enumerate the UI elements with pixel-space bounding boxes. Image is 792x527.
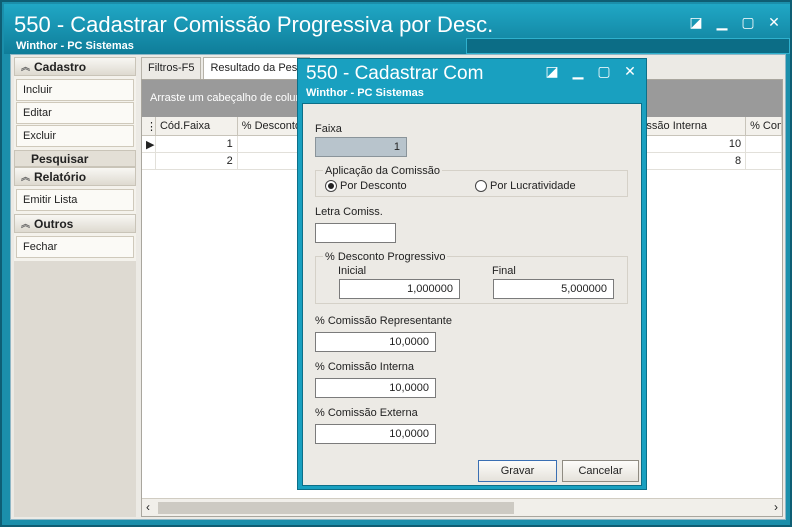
por-lucratividade-radio[interactable]: Por Lucratividade — [475, 180, 576, 192]
cell-cod[interactable]: 2 — [156, 153, 238, 169]
maximize-icon[interactable]: ▢ — [596, 63, 612, 79]
column-chooser-icon[interactable]: ⋮ — [142, 117, 156, 135]
window-subtitle: Winthor - PC Sistemas — [16, 40, 134, 52]
col-comissao[interactable]: % Comi — [746, 117, 782, 135]
tab-filtros[interactable]: Filtros-F5 — [141, 57, 202, 79]
rep-label: % Comissão Representante — [315, 315, 452, 327]
radio-unselected-icon — [475, 180, 487, 192]
scroll-right-icon[interactable]: › — [774, 500, 778, 514]
externa-label: % Comissão Externa — [315, 407, 418, 419]
letra-label: Letra Comiss. — [315, 206, 383, 218]
chevron-up-icon: ︽ — [21, 62, 31, 72]
close-icon[interactable]: ✕ — [622, 63, 638, 79]
scroll-left-icon[interactable]: ‹ — [146, 500, 150, 514]
col-comissao-interna[interactable]: ssão Interna — [642, 117, 747, 135]
section-outros-label: Outros — [34, 216, 74, 231]
por-desconto-radio[interactable]: Por Desconto — [325, 180, 407, 192]
col-cod-faixa[interactable]: Cód.Faixa — [156, 117, 238, 135]
tab-resultado[interactable]: Resultado da Pesq — [203, 57, 311, 79]
por-desconto-label: Por Desconto — [340, 180, 407, 192]
faixa-label: Faixa — [315, 123, 342, 135]
incluir-button[interactable]: Incluir — [16, 79, 134, 101]
por-lucratividade-label: Por Lucratividade — [490, 180, 576, 192]
restore-layout-icon[interactable]: ◪ — [544, 63, 560, 79]
aplicacao-label: Aplicação da Comissão — [323, 165, 442, 177]
chevron-up-icon: ︽ — [21, 172, 31, 182]
inicial-label: Inicial — [338, 265, 367, 277]
cell-comissao[interactable] — [746, 153, 782, 169]
restore-layout-icon[interactable]: ◪ — [688, 14, 704, 30]
desconto-progressivo-label: % Desconto Progressivo — [323, 251, 448, 263]
radio-selected-icon — [325, 180, 337, 192]
cell-cod[interactable]: 1 — [156, 136, 238, 152]
scroll-thumb[interactable] — [158, 502, 514, 514]
sidebar: ︽ Cadastro Incluir Editar Excluir Pesquis… — [14, 57, 136, 517]
interna-label: % Comissão Interna — [315, 361, 415, 373]
section-relatorio-label: Relatório — [34, 169, 87, 184]
row-indicator — [142, 153, 156, 169]
section-outros[interactable]: ︽ Outros — [14, 214, 136, 233]
comissao-representante-field[interactable]: 10,0000 — [315, 332, 436, 352]
emitir-lista-button[interactable]: Emitir Lista — [16, 189, 134, 211]
cadastro-dialog: 550 - Cadastrar Com Winthor - PC Sistema… — [297, 58, 647, 490]
final-label: Final — [492, 265, 516, 277]
close-icon[interactable]: ✕ — [766, 14, 782, 30]
cell-desconto[interactable] — [238, 153, 304, 169]
gravar-button[interactable]: Gravar — [478, 460, 557, 482]
editar-button[interactable]: Editar — [16, 102, 134, 124]
cell-interna[interactable]: 10 — [642, 136, 747, 152]
pesquisar-button[interactable]: Pesquisar — [14, 150, 136, 167]
comissao-externa-field[interactable]: 10,0000 — [315, 424, 436, 444]
horizontal-scrollbar[interactable]: ‹ › — [142, 498, 782, 516]
chevron-up-icon: ︽ — [21, 219, 31, 229]
cell-comissao[interactable] — [746, 136, 782, 152]
title-strip — [466, 38, 790, 54]
col-desconto[interactable]: % Desconto — [238, 117, 304, 135]
faixa-field: 1 — [315, 137, 407, 157]
cell-desconto[interactable] — [238, 136, 304, 152]
dialog-title: 550 - Cadastrar Com — [306, 63, 484, 84]
dialog-subtitle: Winthor - PC Sistemas — [306, 87, 424, 99]
minimize-icon[interactable]: ▁ — [570, 63, 586, 79]
minimize-icon[interactable]: ▁ — [714, 14, 730, 30]
cancelar-button[interactable]: Cancelar — [562, 460, 639, 482]
maximize-icon[interactable]: ▢ — [740, 14, 756, 30]
title-bar: 550 - Cadastrar Comissão Progressiva por… — [4, 4, 790, 54]
comissao-interna-field[interactable]: 10,0000 — [315, 378, 436, 398]
fechar-button[interactable]: Fechar — [16, 236, 134, 258]
excluir-button[interactable]: Excluir — [16, 125, 134, 147]
section-cadastro-label: Cadastro — [34, 59, 87, 74]
dialog-body: Faixa 1 Aplicação da Comissão Por Descon… — [302, 103, 642, 486]
row-indicator-icon: ▶ — [142, 136, 156, 152]
inicial-field[interactable]: 1,000000 — [339, 279, 460, 299]
final-field[interactable]: 5,000000 — [493, 279, 614, 299]
letra-comiss-field[interactable] — [315, 223, 396, 243]
section-cadastro[interactable]: ︽ Cadastro — [14, 57, 136, 76]
section-relatorio[interactable]: ︽ Relatório — [14, 167, 136, 186]
window-title: 550 - Cadastrar Comissão Progressiva por… — [14, 12, 494, 37]
cell-interna[interactable]: 8 — [642, 153, 747, 169]
